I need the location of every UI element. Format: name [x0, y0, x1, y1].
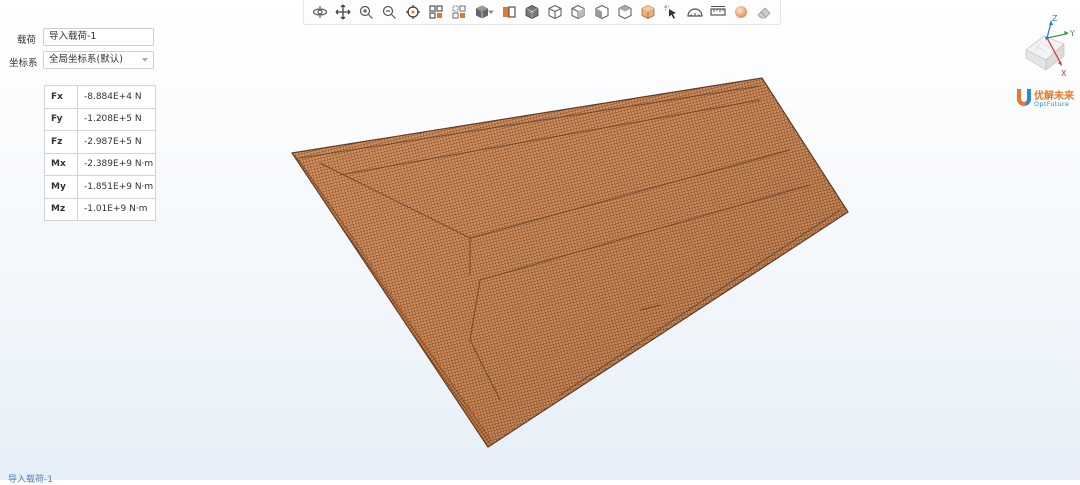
mesh-viewport[interactable] [0, 0, 1080, 480]
axis-triad[interactable]: Z Y X [1010, 12, 1080, 82]
axis-z-label: Z [1052, 14, 1058, 23]
logo-text-en: OptFuture [1034, 100, 1070, 108]
brand-logo: 优解未来 OptFuture [1014, 86, 1080, 112]
logo-u-icon [1017, 89, 1031, 106]
axis-y-label: Y [1069, 29, 1075, 38]
axis-x-label: X [1061, 69, 1067, 78]
status-text: 导入载荷-1 [8, 475, 53, 485]
